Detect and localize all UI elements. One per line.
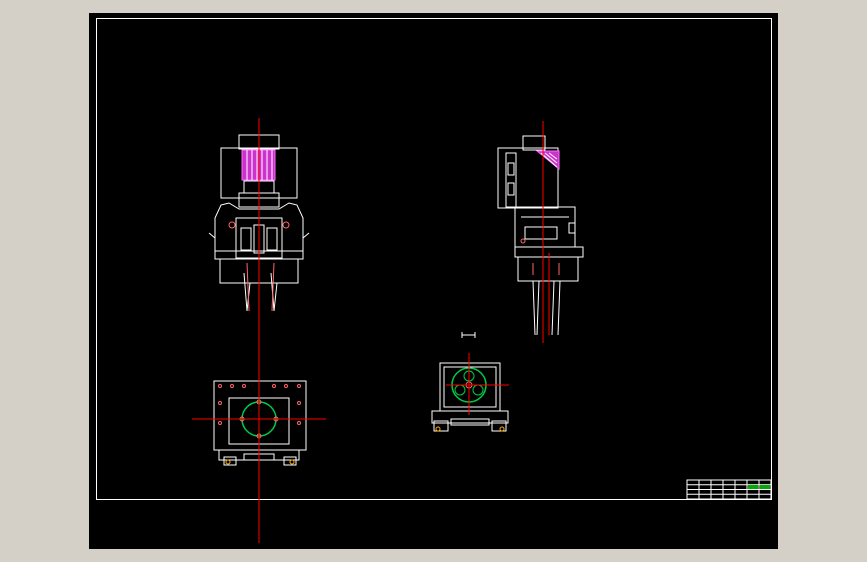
cad-drawing: [96, 18, 772, 543]
centerlines: [192, 118, 550, 543]
cad-viewport[interactable]: [89, 13, 778, 549]
side-view: [497, 135, 584, 336]
detail-view: [431, 332, 509, 432]
title-block: [686, 479, 772, 500]
top-view: [213, 380, 307, 466]
